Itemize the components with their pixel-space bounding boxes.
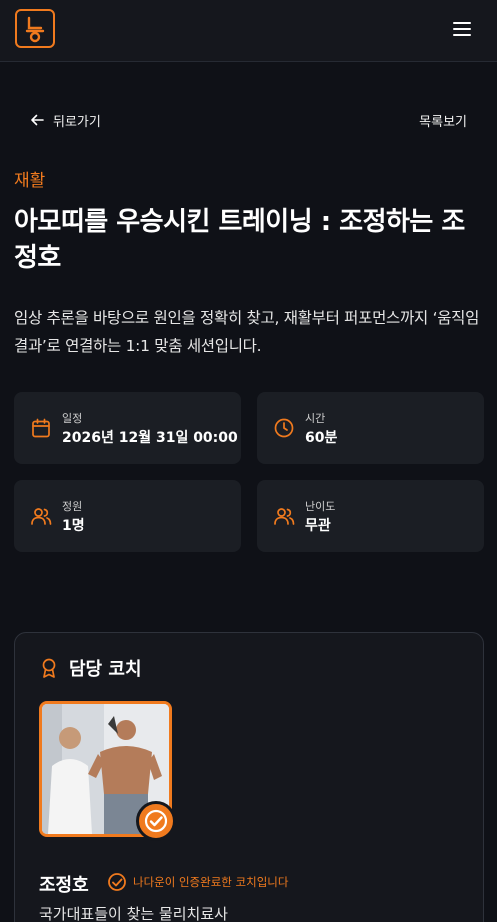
schedule-label: 일정 <box>62 412 83 425</box>
difficulty-value: 무관 <box>305 518 331 534</box>
duration-card: 시간 60분 <box>257 392 484 464</box>
calendar-icon <box>32 418 50 438</box>
capacity-card: 정원 1명 <box>14 480 241 552</box>
capacity-label: 정원 <box>62 500 83 513</box>
verified-badge-icon <box>136 801 176 841</box>
schedule-card: 일정 2026년 12월 31일 00:00 <box>14 392 241 464</box>
coach-section-title: 담당 코치 <box>69 659 142 680</box>
program-description: 임상 추론을 바탕으로 원인을 정확히 찾고, 재활부터 퍼포먼스까지 ‘움직임… <box>14 309 480 355</box>
capacity-value: 1명 <box>62 518 85 534</box>
back-label: 뒤로가기 <box>53 114 101 130</box>
duration-value: 60분 <box>305 430 338 446</box>
top-header <box>0 0 497 62</box>
back-button[interactable]: 뒤로가기 <box>30 109 101 131</box>
verified-check-icon <box>108 873 126 891</box>
verified-text: 나다운이 인증완료한 코치입니다 <box>133 875 289 889</box>
users-icon <box>31 508 52 525</box>
difficulty-label: 난이도 <box>305 500 336 513</box>
hamburger-menu-icon[interactable] <box>450 18 474 40</box>
difficulty-card: 난이도 무관 <box>257 480 484 552</box>
award-icon <box>42 658 56 678</box>
coach-subtitle: 국가대표들이 찾는 물리치료사 <box>39 905 228 922</box>
coach-section-header: 담당 코치 <box>39 655 142 681</box>
page-title: 아모띠를 우승시킨 트레이닝 : 조정하는 조정호 <box>14 207 465 273</box>
verified-note: 나다운이 인증완료한 코치입니다 <box>107 872 288 892</box>
list-view-button[interactable]: 목록보기 <box>419 109 467 131</box>
coach-card: 담당 코치 조정호 나다운이 인증완료한 코치입니다 국가대표들이 찾는 물리치… <box>14 632 484 922</box>
category-label: 재활 <box>14 171 46 191</box>
coach-name: 조정호 <box>39 875 89 896</box>
arrow-left-icon <box>31 114 44 126</box>
list-view-label: 목록보기 <box>419 114 467 130</box>
brand-logo-icon[interactable] <box>15 9 55 48</box>
schedule-value: 2026년 12월 31일 00:00 <box>62 430 238 446</box>
users-icon <box>274 508 295 525</box>
clock-icon <box>274 418 294 438</box>
duration-label: 시간 <box>305 412 326 425</box>
